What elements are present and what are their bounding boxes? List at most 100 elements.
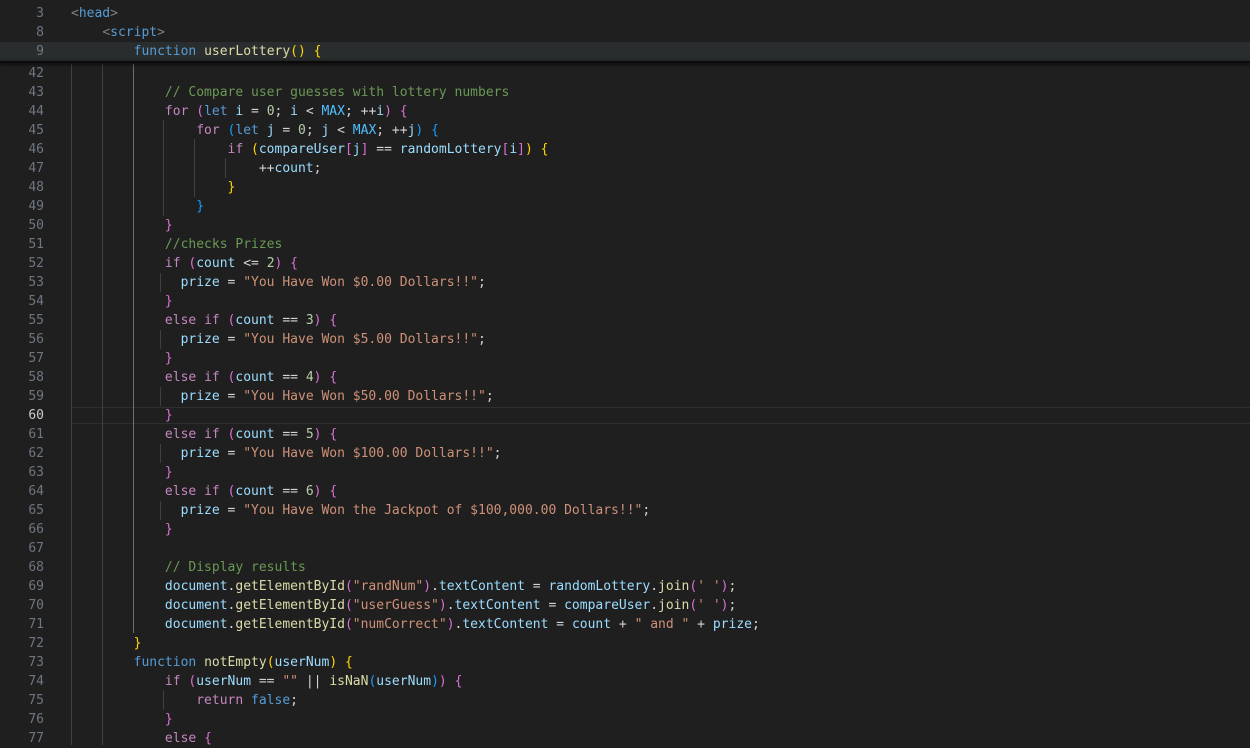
code-line[interactable]: 48 } (0, 178, 1250, 197)
code-token: < (298, 104, 322, 119)
code-token: 3 (305, 313, 314, 328)
code-line[interactable]: 76 } (0, 710, 1250, 729)
code-line[interactable]: 51 //checks Prizes (0, 235, 1250, 254)
code-line[interactable]: 60 } (0, 406, 1250, 425)
code-token: prize (180, 446, 220, 461)
code-line[interactable]: 61 else if (count == 5) { (0, 425, 1250, 444)
code-token: ( (266, 655, 275, 670)
code-token: } (164, 218, 173, 233)
code-line[interactable]: 54 } (0, 292, 1250, 311)
code-token: } (164, 712, 173, 727)
code-line[interactable]: 71 document.getElementById("numCorrect")… (0, 615, 1250, 634)
line-number: 53 (28, 275, 44, 290)
sticky-scroll-header[interactable]: 3 <head> 8 <script> 9 function userLottery(… (0, 4, 1250, 61)
code-line[interactable]: 72 } (0, 634, 1250, 653)
code-token: ) (329, 655, 338, 670)
code-line[interactable]: 65 prize = "You Have Won the Jackpot of … (0, 501, 1250, 520)
code-token: prize (180, 503, 220, 518)
line-number: 64 (28, 484, 44, 499)
code-line[interactable]: 64 else if (count == 6) { (0, 482, 1250, 501)
code-line[interactable]: 59 prize = "You Have Won $50.00 Dollars!… (0, 387, 1250, 406)
line-code: prize = "You Have Won $50.00 Dollars!!"; (71, 387, 494, 406)
code-token: = (219, 332, 244, 347)
line-number: 59 (28, 389, 44, 404)
line-number: 42 (28, 66, 44, 81)
code-token: ( (344, 579, 353, 594)
code-line[interactable]: 68 // Display results (0, 558, 1250, 577)
code-line[interactable]: 52 if (count <= 2) { (0, 254, 1250, 273)
line-code: for (let i = 0; i < MAX; ++i) { (71, 102, 408, 121)
code-token: document (164, 617, 228, 632)
code-token: false (251, 693, 291, 708)
code-line[interactable]: 49 } (0, 197, 1250, 216)
code-token: ) (524, 142, 533, 157)
code-token: prize (180, 389, 220, 404)
code-token: "You Have Won $5.00 Dollars!!" (243, 332, 479, 347)
indent-guide (160, 387, 161, 406)
code-token: if (204, 313, 220, 328)
code-token: > (157, 25, 165, 40)
code-token: = (219, 446, 244, 461)
code-token: function (133, 655, 197, 670)
line-number: 73 (28, 655, 44, 670)
code-line[interactable]: 66 } (0, 520, 1250, 539)
code-line[interactable]: 45 for (let j = 0; j < MAX; ++j) { (0, 121, 1250, 140)
code-token: = (274, 123, 298, 138)
code-editor[interactable]: 3 <head> 8 <script> 9 function userLottery(… (0, 0, 1250, 748)
line-number: 75 (28, 693, 44, 708)
code-line[interactable]: 44 for (let i = 0; i < MAX; ++i) { (0, 102, 1250, 121)
code-token: randomLottery (548, 579, 651, 594)
sticky-line[interactable]: 8 <script> (0, 23, 1250, 42)
code-token: ; (478, 275, 486, 290)
code-line[interactable]: 69 document.getElementById("randNum").te… (0, 577, 1250, 596)
code-line[interactable]: 74 if (userNum == "" || isNaN(userNum)) … (0, 672, 1250, 691)
code-line[interactable]: 43 // Compare user guesses with lottery … (0, 83, 1250, 102)
sticky-line[interactable]: 9 function userLottery() { (0, 42, 1250, 61)
sticky-line[interactable]: 3 <head> (0, 4, 1250, 23)
line-code: } (71, 292, 173, 311)
code-token: } (227, 180, 236, 195)
code-line[interactable]: 47 ++count; (0, 159, 1250, 178)
code-line[interactable]: 55 else if (count == 3) { (0, 311, 1250, 330)
code-line[interactable]: 53 prize = "You Have Won $0.00 Dollars!!… (0, 273, 1250, 292)
code-line[interactable]: 67 (0, 539, 1250, 558)
code-line[interactable]: 42 (0, 64, 1250, 83)
code-token: "" (282, 674, 298, 689)
line-number: 8 (36, 25, 44, 40)
code-line[interactable]: 63 } (0, 463, 1250, 482)
code-token: i (509, 142, 518, 157)
code-token: randomLottery (399, 142, 502, 157)
line-number: 9 (36, 44, 44, 59)
code-token: ; (728, 579, 737, 594)
indent-guide (225, 158, 226, 178)
code-line[interactable]: 56 prize = "You Have Won $5.00 Dollars!!… (0, 330, 1250, 349)
code-line[interactable]: 75 return false; (0, 691, 1250, 710)
code-token: i (376, 104, 385, 119)
code-line[interactable]: 50 } (0, 216, 1250, 235)
line-number: 71 (28, 617, 44, 632)
code-line[interactable]: 73 function notEmpty(userNum) { (0, 653, 1250, 672)
code-token: if (164, 674, 181, 689)
line-number: 57 (28, 351, 44, 366)
code-token: else (164, 370, 197, 385)
code-line[interactable]: 58 else if (count == 4) { (0, 368, 1250, 387)
code-line[interactable]: 70 document.getElementById("userGuess").… (0, 596, 1250, 615)
code-line[interactable]: 77 else { (0, 729, 1250, 748)
code-token: == (251, 674, 283, 689)
code-token: count (235, 427, 275, 442)
code-line[interactable]: 57 } (0, 349, 1250, 368)
code-line[interactable]: 62 prize = "You Have Won $100.00 Dollars… (0, 444, 1250, 463)
code-line[interactable]: 46 if (compareUser[j] == randomLottery[i… (0, 140, 1250, 159)
code-token: = (243, 104, 267, 119)
code-token: } (196, 199, 205, 214)
